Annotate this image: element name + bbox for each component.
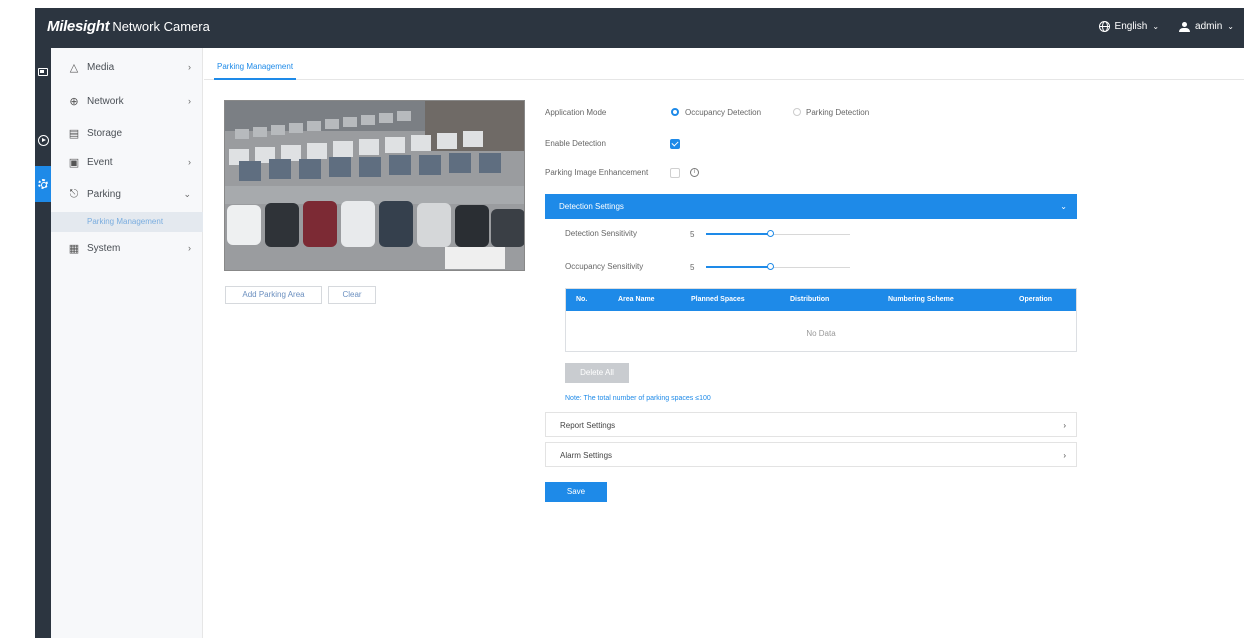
language-label: English (1114, 21, 1148, 32)
delete-all-button[interactable]: Delete All (565, 363, 629, 383)
system-icon: ▦ (68, 242, 80, 255)
menu-item-system[interactable]: ▦ System › (51, 233, 203, 263)
column-header: No. (576, 296, 588, 303)
chevron-down-icon: ⌄ (1152, 22, 1160, 31)
camera-preview[interactable] (224, 100, 525, 271)
live-view-icon (38, 68, 48, 76)
media-icon: △ (69, 61, 79, 74)
add-parking-area-button[interactable]: Add Parking Area (225, 286, 322, 304)
rail-settings[interactable] (35, 166, 51, 202)
globe-icon (1098, 21, 1110, 32)
chevron-right-icon: › (188, 96, 191, 106)
alarm-settings-title: Alarm Settings (560, 451, 613, 460)
radio-parking-detection[interactable] (793, 108, 801, 116)
detection-sensitivity-label: Detection Sensitivity (565, 229, 638, 238)
occupancy-detection-label: Occupancy Detection (685, 108, 762, 117)
menu-item-media[interactable]: △ Media › (51, 52, 203, 82)
settings-menu: △ Media › ⊕ Network › ▤ Storage ▣ Event … (51, 48, 203, 638)
occupancy-sensitivity-value: 5 (690, 263, 695, 272)
table-header: No. Area Name Planned Spaces Distributio… (566, 289, 1076, 311)
user-menu[interactable]: admin ⌄ (1179, 21, 1234, 32)
settings-icon (38, 179, 48, 189)
no-data-text: No Data (806, 329, 836, 338)
chevron-down-icon: ⌄ (183, 189, 191, 199)
column-header: Operation (1019, 296, 1053, 303)
column-header: Area Name (618, 296, 655, 303)
top-bar: Milesight Network Camera English ⌄ admin … (35, 8, 1244, 48)
language-selector[interactable]: English ⌄ (1098, 21, 1160, 32)
chevron-right-icon: › (1063, 421, 1066, 430)
app-window: Milesight Network Camera English ⌄ admin … (0, 0, 1244, 638)
menu-item-label: Media (87, 61, 115, 73)
menu-item-label: Parking (87, 188, 121, 200)
column-header: Distribution (790, 296, 830, 303)
chevron-right-icon: › (1063, 451, 1066, 460)
save-button[interactable]: Save (545, 482, 607, 502)
menu-item-event[interactable]: ▣ Event › (51, 147, 203, 177)
chevron-right-icon: › (188, 157, 191, 167)
menu-item-label: System (87, 242, 121, 254)
detection-settings-title: Detection Settings (559, 202, 624, 211)
user-label: admin (1195, 21, 1223, 32)
detection-sensitivity-value: 5 (690, 230, 695, 239)
chevron-down-icon: ⌄ (1060, 202, 1067, 211)
chevron-right-icon: › (188, 243, 191, 253)
clear-button[interactable]: Clear (328, 286, 376, 304)
column-header: Planned Spaces (691, 296, 745, 303)
info-icon[interactable]: i (690, 168, 699, 177)
occupancy-sensitivity-fill (706, 266, 770, 268)
rail-live-view[interactable] (35, 54, 51, 90)
radio-occupancy-detection[interactable] (671, 108, 679, 116)
alarm-settings-header[interactable]: Alarm Settings › (545, 442, 1077, 467)
parking-lot-image (225, 101, 524, 270)
parking-image-enhancement-checkbox[interactable] (670, 168, 680, 178)
icon-rail (35, 48, 51, 638)
chevron-right-icon: › (188, 62, 191, 72)
detection-settings-header[interactable]: Detection Settings ⌄ (545, 194, 1077, 219)
menu-item-label: Network (87, 95, 124, 107)
parking-detection-label: Parking Detection (806, 108, 870, 117)
brand-logo: Milesight (47, 18, 110, 35)
network-icon: ⊕ (69, 95, 79, 108)
user-icon (1179, 21, 1191, 32)
parking-spaces-note: Note: The total number of parking spaces… (565, 395, 711, 402)
occupancy-sensitivity-label: Occupancy Sensitivity (565, 262, 644, 271)
parking-icon: ⎋ (69, 187, 79, 200)
event-icon: ▣ (68, 156, 80, 169)
report-settings-title: Report Settings (560, 421, 616, 430)
enable-detection-label: Enable Detection (545, 139, 606, 148)
storage-icon: ▤ (68, 127, 80, 140)
brand-title: Network Camera (112, 19, 210, 34)
menu-item-storage[interactable]: ▤ Storage (51, 118, 203, 148)
parking-area-table: No. Area Name Planned Spaces Distributio… (565, 288, 1077, 352)
application-mode-label: Application Mode (545, 108, 607, 117)
parking-image-enhancement-label: Parking Image Enhancement (545, 168, 649, 177)
tab-parking-management[interactable]: Parking Management (214, 58, 297, 80)
menu-item-network[interactable]: ⊕ Network › (51, 86, 203, 116)
report-settings-header[interactable]: Report Settings › (545, 412, 1077, 437)
menu-item-label: Event (87, 156, 113, 168)
brand: Milesight Network Camera (47, 18, 210, 35)
occupancy-sensitivity-handle[interactable] (767, 263, 774, 270)
menu-item-label: Storage (87, 127, 123, 139)
rail-playback[interactable] (35, 122, 51, 158)
enable-detection-checkbox[interactable] (670, 139, 680, 149)
menu-item-parking[interactable]: ⎋ Parking ⌄ (51, 179, 203, 209)
menu-sub-parking-management[interactable]: Parking Management (51, 212, 203, 232)
column-header: Numbering Scheme (888, 296, 954, 303)
playback-icon (37, 134, 49, 146)
chevron-down-icon: ⌄ (1227, 22, 1234, 31)
detection-sensitivity-handle[interactable] (767, 230, 774, 237)
detection-sensitivity-fill (706, 233, 770, 235)
tab-bar: Parking Management (204, 58, 1244, 80)
